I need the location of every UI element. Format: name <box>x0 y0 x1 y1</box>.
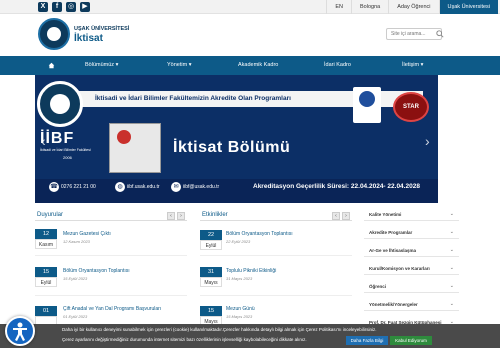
events-title: Etkinlikler <box>202 212 228 218</box>
home-icon[interactable] <box>48 56 55 75</box>
chevron-down-icon: ⌄ <box>449 265 454 271</box>
aqas-seal <box>359 91 375 107</box>
chevron-down-icon: ⌄ <box>449 283 454 289</box>
contact-phone: 0276 221 21 00 <box>61 184 96 190</box>
certificate-badge <box>117 130 131 144</box>
more-info-button[interactable]: Daha Fazla Bilgi <box>346 336 388 345</box>
university-name: UŞAK ÜNİVERSİTESİ <box>74 26 130 32</box>
chevron-down-icon: ⌄ <box>449 229 454 235</box>
contact-email: iibf@usak.edu.tr <box>183 184 220 190</box>
contact-site: iibf.usak.edu.tr <box>127 184 160 190</box>
event-date: 22 Eylül 2023 <box>226 239 251 244</box>
hero-banner[interactable]: İktisadi ve İdari Bilimler Fakültemizin … <box>35 75 438 203</box>
announcement-date: 01 Eylül 2023 <box>63 314 88 319</box>
banner-title: İktisat Bölümü <box>173 139 291 156</box>
cookie-text-1: Daha iyi bir kullanıcı deneyimi sunabilm… <box>62 327 377 332</box>
cookie-text-2: Çerez ayarlarını değiştirmediğiniz durum… <box>62 337 307 342</box>
university-link[interactable]: Uşak Üniversitesi <box>438 0 498 14</box>
phone-icon: ☎ <box>49 182 59 192</box>
event-title[interactable]: Mezun Günü <box>226 306 255 312</box>
search-input[interactable] <box>386 28 442 40</box>
facebook-icon[interactable]: f <box>52 2 62 12</box>
chevron-down-icon: ⌄ <box>449 301 454 307</box>
certificate-image <box>109 123 161 173</box>
cookie-banner: Daha iyi bir kullanıcı deneyimi sunabilm… <box>0 324 500 348</box>
events-prev-button[interactable]: ‹ <box>332 212 340 220</box>
accessibility-button[interactable] <box>5 316 35 346</box>
carousel-next-icon[interactable]: › <box>425 133 430 149</box>
announcements-title: Duyurular <box>37 212 64 218</box>
nav-idari-kadro[interactable]: İdari Kadro <box>324 56 351 75</box>
top-bar: X f ◎ ▶ EN Bologna Aday Öğrenci Uşak Üni… <box>0 0 500 14</box>
globe-icon: ◍ <box>115 182 125 192</box>
nav-bolumumuz[interactable]: Bölümümüz ▾ <box>85 56 118 75</box>
event-title[interactable]: Bölüm Oryantasyon Toplantısı <box>226 231 293 237</box>
announcement-date-badge: 01 <box>35 306 57 326</box>
ribbon-text: İktisadi ve İdari Bilimler Fakültemizin … <box>95 95 291 102</box>
sidebar-item-yonetmelik[interactable]: Yönetmelik/Yönergeler ⌄ <box>364 299 459 311</box>
aday-ogrenci-link[interactable]: Aday Öğrenci <box>388 0 438 14</box>
top-links: EN Bologna Aday Öğrenci Uşak Üniversites… <box>326 0 498 14</box>
accreditation-period: Akreditasyon Geçerlilik Süresi: 22.04.20… <box>253 183 420 190</box>
events-header: Etkinlikler ‹ › <box>200 210 352 221</box>
event-date-badge: 31 Mayıs <box>200 267 222 287</box>
event-date-badge: 22 Eylül <box>200 230 222 250</box>
announcement-date: 15 Eylül 2023 <box>63 276 88 281</box>
mail-icon: ✉ <box>171 182 181 192</box>
chevron-down-icon: ⌄ <box>449 211 454 217</box>
announcement-title[interactable]: Bölüm Oryantasyon Toplantısı <box>63 268 130 274</box>
x-icon[interactable]: X <box>38 2 48 12</box>
nav-iletisim[interactable]: İletişim ▾ <box>402 56 423 75</box>
university-logo[interactable] <box>38 18 70 50</box>
announcements-prev-button[interactable]: ‹ <box>167 212 175 220</box>
header: UŞAK ÜNİVERSİTESİ İktisat <box>0 14 500 55</box>
event-date: 31 Mayıs 2023 <box>226 276 253 281</box>
announcement-title[interactable]: Mezun Gazetesi Çıktı <box>63 231 111 237</box>
star-badge: STAR <box>393 92 429 122</box>
announcement-date-badge: 12 Kasım <box>35 229 57 249</box>
sidebar-item-akredite[interactable]: Akredite Programlar ⌄ <box>364 227 459 239</box>
bologna-link[interactable]: Bologna <box>351 0 388 14</box>
accessibility-icon <box>13 322 27 341</box>
carousel-prev-icon[interactable]: ‹ <box>41 133 46 149</box>
sidebar-item-kalite[interactable]: Kalite Yönetimi ⌄ <box>364 209 459 221</box>
event-title[interactable]: Toplulu Pikniki Etkinliği <box>226 268 276 274</box>
announcements-header: Duyurular ‹ › <box>35 210 187 221</box>
announcement-date-badge: 15 Eylül <box>35 267 57 287</box>
events-next-button[interactable]: › <box>342 212 350 220</box>
announcement-date: 12 Kasım 2023 <box>63 239 90 244</box>
university-seal <box>37 81 83 127</box>
instagram-icon[interactable]: ◎ <box>66 2 76 12</box>
announcements-next-button[interactable]: › <box>177 212 185 220</box>
event-date-badge: 15 Mayıs <box>200 306 222 326</box>
nav-yonetim[interactable]: Yönetim ▾ <box>167 56 191 75</box>
main-nav: Bölümümüz ▾ Yönetim ▾ Akademik Kadro İda… <box>0 56 500 75</box>
sidebar-item-kurul[interactable]: Kurul/Komisyon ve Kararları ⌄ <box>364 263 459 275</box>
sidebar-item-ogrenci[interactable]: Öğrenci ⌄ <box>364 281 459 293</box>
event-date: 15 Mayıs 2023 <box>226 314 253 319</box>
youtube-icon[interactable]: ▶ <box>80 2 90 12</box>
announcement-title[interactable]: Çift Anadal ve Yan Dal Programı Başvurul… <box>63 306 161 312</box>
department-name[interactable]: İktisat <box>74 33 103 44</box>
search-icon[interactable] <box>436 30 444 38</box>
iibf-year: 2006 <box>63 155 72 160</box>
nav-akademik-kadro[interactable]: Akademik Kadro <box>238 56 278 75</box>
iibf-subtitle: İktisadi ve İdari Bilimler Fakültesi <box>40 148 91 152</box>
sidebar-item-arge[interactable]: Ar-Ge ve İhtisaslaşma ⌄ <box>364 245 459 257</box>
lang-en-link[interactable]: EN <box>326 0 351 14</box>
accept-cookies-button[interactable]: Kabul Ediyorum <box>390 336 432 345</box>
chevron-down-icon: ⌄ <box>449 247 454 253</box>
